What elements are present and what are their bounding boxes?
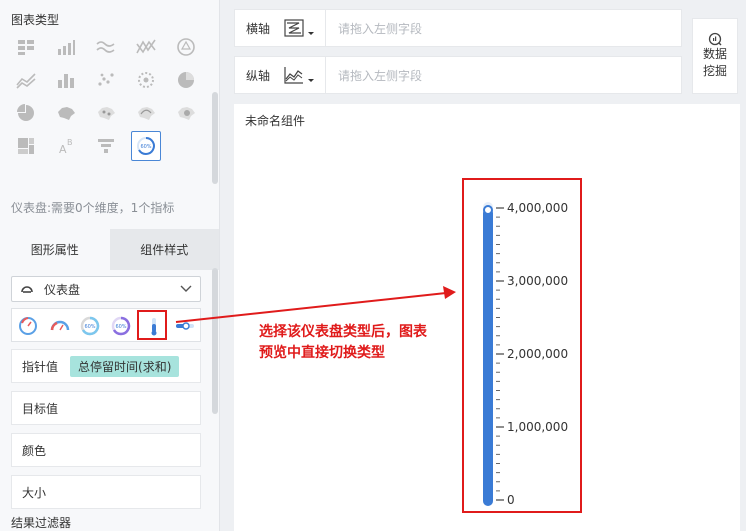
app-root: 图表类型 A B 60% 仪表盘:需要0个维度，1个指标 图形属性 组件样式 仪表盘… xyxy=(0,0,746,531)
annotation-arrow xyxy=(175,286,456,323)
annotation-text: 选择该仪表盘类型后，图表预览中直接切换类型 xyxy=(259,324,427,361)
